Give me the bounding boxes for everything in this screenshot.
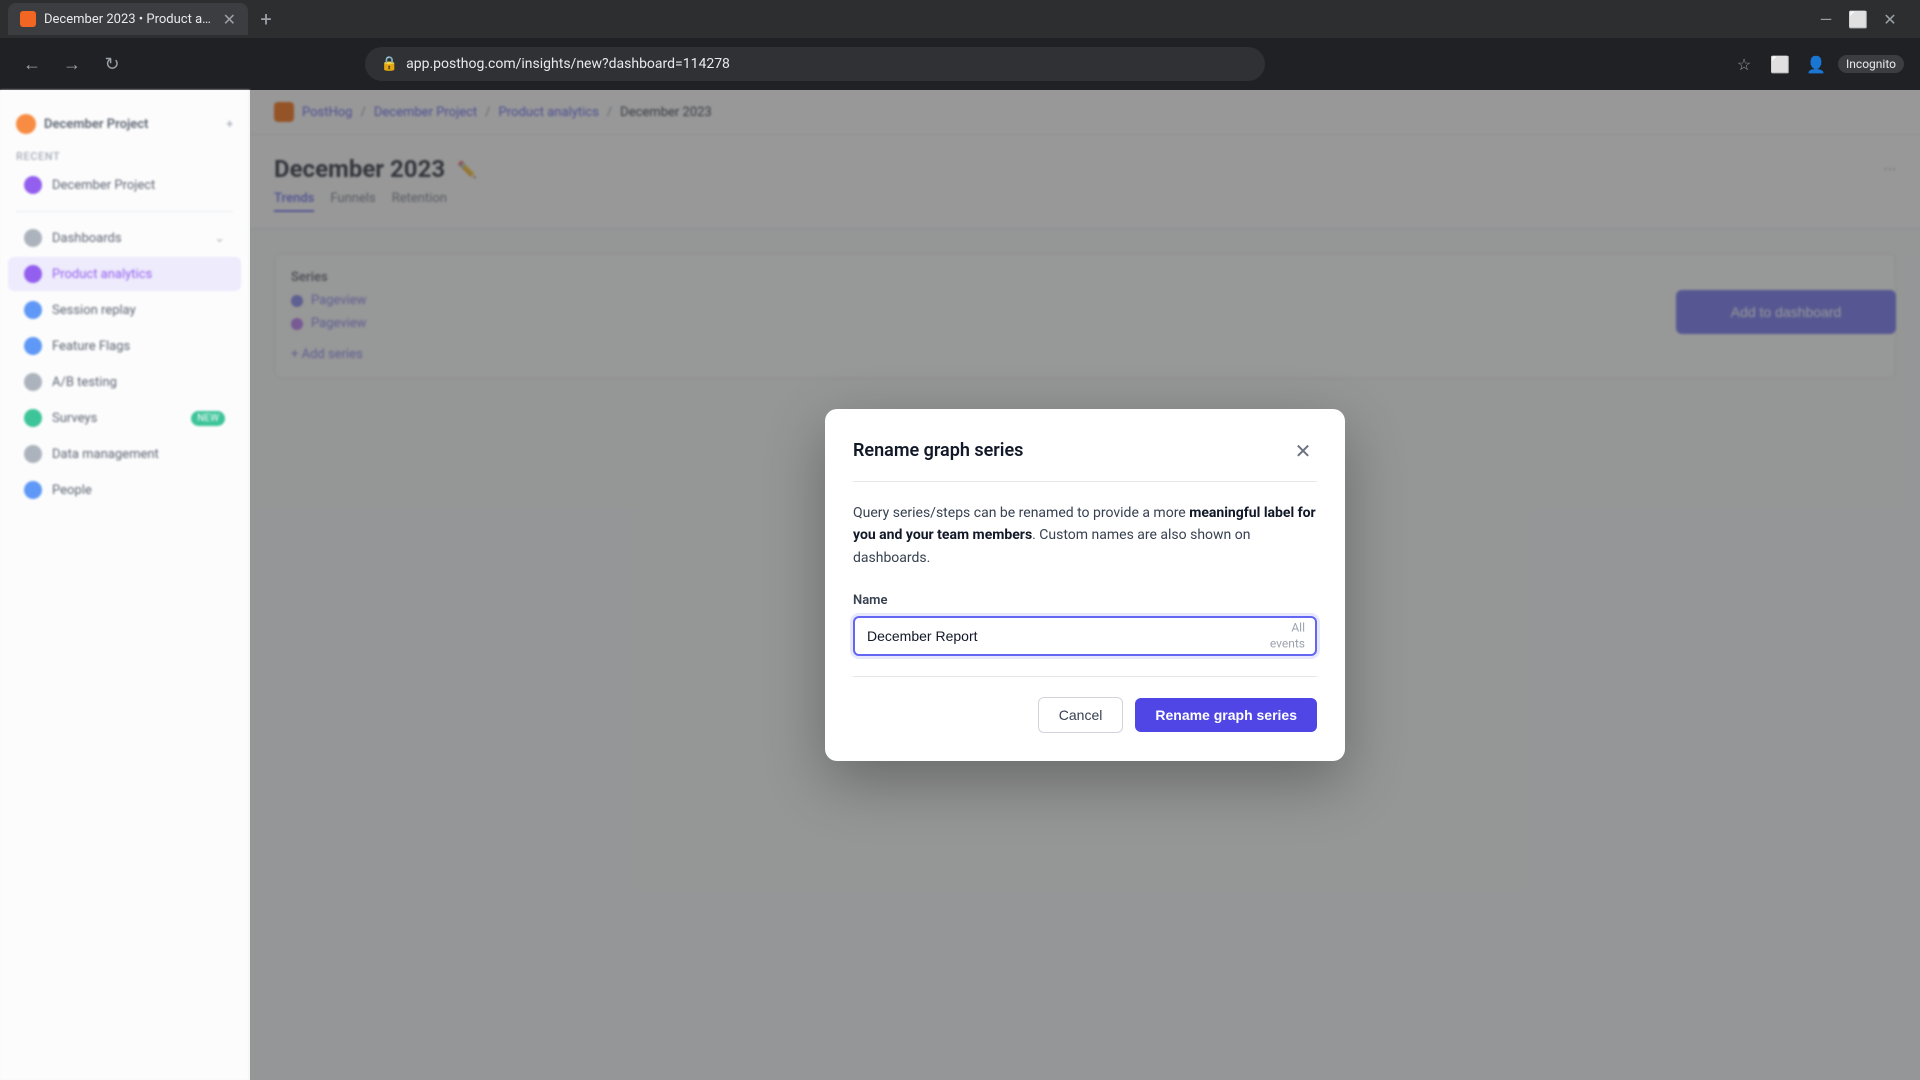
sidebar-icon-blue xyxy=(24,301,42,319)
dialog-footer-divider xyxy=(853,676,1317,677)
field-label: Name xyxy=(853,593,1317,608)
address-bar: ← → ↻ 🔒 app.posthog.com/insights/new?das… xyxy=(0,38,1920,90)
name-input[interactable] xyxy=(853,616,1317,656)
sidebar-icon-gray xyxy=(24,229,42,247)
bookmark-icon[interactable]: ☆ xyxy=(1730,50,1758,78)
sidebar-item-label: Dashboards xyxy=(52,231,122,246)
sidebar-item-ab-testing[interactable]: A/B testing xyxy=(8,365,241,399)
project-dot xyxy=(16,114,36,134)
sidebar-icon-gray3 xyxy=(24,445,42,463)
modal-overlay: Rename graph series ✕ Query series/steps… xyxy=(250,90,1920,1080)
dialog-header: Rename graph series ✕ xyxy=(853,437,1317,465)
sidebar-item-surveys[interactable]: Surveys NEW xyxy=(8,401,241,435)
sidebar-item-session-replay[interactable]: Session replay xyxy=(8,293,241,327)
sidebar-item-label: December Project xyxy=(52,178,155,193)
tab-close-button[interactable]: ✕ xyxy=(223,10,236,29)
url-text: app.posthog.com/insights/new?dashboard=1… xyxy=(406,56,730,72)
dialog-close-button[interactable]: ✕ xyxy=(1289,437,1317,465)
dialog-title: Rename graph series xyxy=(853,440,1023,461)
active-tab[interactable]: December 2023 • Product analy... ✕ xyxy=(8,3,248,35)
sidebar-item-label: Session replay xyxy=(52,303,136,318)
sidebar-item-label: People xyxy=(52,483,92,498)
name-input-wrapper: Allevents xyxy=(853,616,1317,656)
new-tab-button[interactable]: + xyxy=(252,5,280,33)
window-controls: — ⬜ ✕ xyxy=(1812,5,1912,33)
survey-badge: NEW xyxy=(191,411,225,426)
address-actions: ☆ ⬜ 👤 Incognito xyxy=(1730,50,1904,78)
sidebar-item-people[interactable]: People xyxy=(8,473,241,507)
input-hint: Allevents xyxy=(1270,620,1305,651)
chevron-icon: ⌄ xyxy=(214,231,225,246)
sidebar-icon-gray2 xyxy=(24,373,42,391)
maximize-button[interactable]: ⬜ xyxy=(1844,5,1872,33)
lock-icon: 🔒 xyxy=(381,56,398,72)
browser-chrome: December 2023 • Product analy... ✕ + — ⬜… xyxy=(0,0,1920,90)
minimize-button[interactable]: — xyxy=(1812,5,1840,33)
extension-icon[interactable]: ⬜ xyxy=(1766,50,1794,78)
profile-icon[interactable]: 👤 xyxy=(1802,50,1830,78)
rename-button[interactable]: Rename graph series xyxy=(1135,698,1317,732)
sidebar: December Project + Recent December Proje… xyxy=(0,90,250,1080)
reload-button[interactable]: ↻ xyxy=(96,48,128,80)
tab-favicon xyxy=(20,11,36,27)
dialog-actions: Cancel Rename graph series xyxy=(853,697,1317,733)
forward-button[interactable]: → xyxy=(56,48,88,80)
sidebar-divider-1 xyxy=(16,211,233,212)
description-start: Query series/steps can be renamed to pro… xyxy=(853,505,1189,521)
sidebar-project[interactable]: December Project + xyxy=(0,106,249,142)
sidebar-item-product-analytics[interactable]: Product analytics xyxy=(8,257,241,291)
sidebar-item-label: Feature Flags xyxy=(52,339,130,354)
sidebar-item-feature-flags[interactable]: Feature Flags xyxy=(8,329,241,363)
sidebar-item-dashboards[interactable]: Dashboards ⌄ xyxy=(8,221,241,255)
rename-dialog: Rename graph series ✕ Query series/steps… xyxy=(825,409,1345,761)
sidebar-icon-active xyxy=(24,265,42,283)
sidebar-item-data-management[interactable]: Data management xyxy=(8,437,241,471)
back-button[interactable]: ← xyxy=(16,48,48,80)
url-bar[interactable]: 🔒 app.posthog.com/insights/new?dashboard… xyxy=(365,47,1265,81)
sidebar-item-label: Data management xyxy=(52,447,159,462)
sidebar-item-december-project[interactable]: December Project xyxy=(8,168,241,202)
recent-label: Recent xyxy=(0,142,249,167)
cancel-button[interactable]: Cancel xyxy=(1038,697,1124,733)
sidebar-icon-green xyxy=(24,409,42,427)
project-expand-icon: + xyxy=(226,117,233,131)
close-window-button[interactable]: ✕ xyxy=(1876,5,1904,33)
sidebar-icon-blue3 xyxy=(24,481,42,499)
tab-title: December 2023 • Product analy... xyxy=(44,12,215,27)
main-content: PostHog / December Project / Product ana… xyxy=(250,90,1920,1080)
dialog-description: Query series/steps can be renamed to pro… xyxy=(853,502,1317,569)
incognito-badge: Incognito xyxy=(1838,55,1904,73)
sidebar-item-label: Product analytics xyxy=(52,267,152,282)
sidebar-icon-purple xyxy=(24,176,42,194)
sidebar-item-label: Surveys xyxy=(52,411,97,426)
tab-bar: December 2023 • Product analy... ✕ + — ⬜… xyxy=(0,0,1920,38)
sidebar-item-label: A/B testing xyxy=(52,375,117,390)
dialog-header-divider xyxy=(853,481,1317,482)
project-name: December Project xyxy=(44,117,148,132)
app-layout: December Project + Recent December Proje… xyxy=(0,90,1920,1080)
sidebar-icon-blue2 xyxy=(24,337,42,355)
